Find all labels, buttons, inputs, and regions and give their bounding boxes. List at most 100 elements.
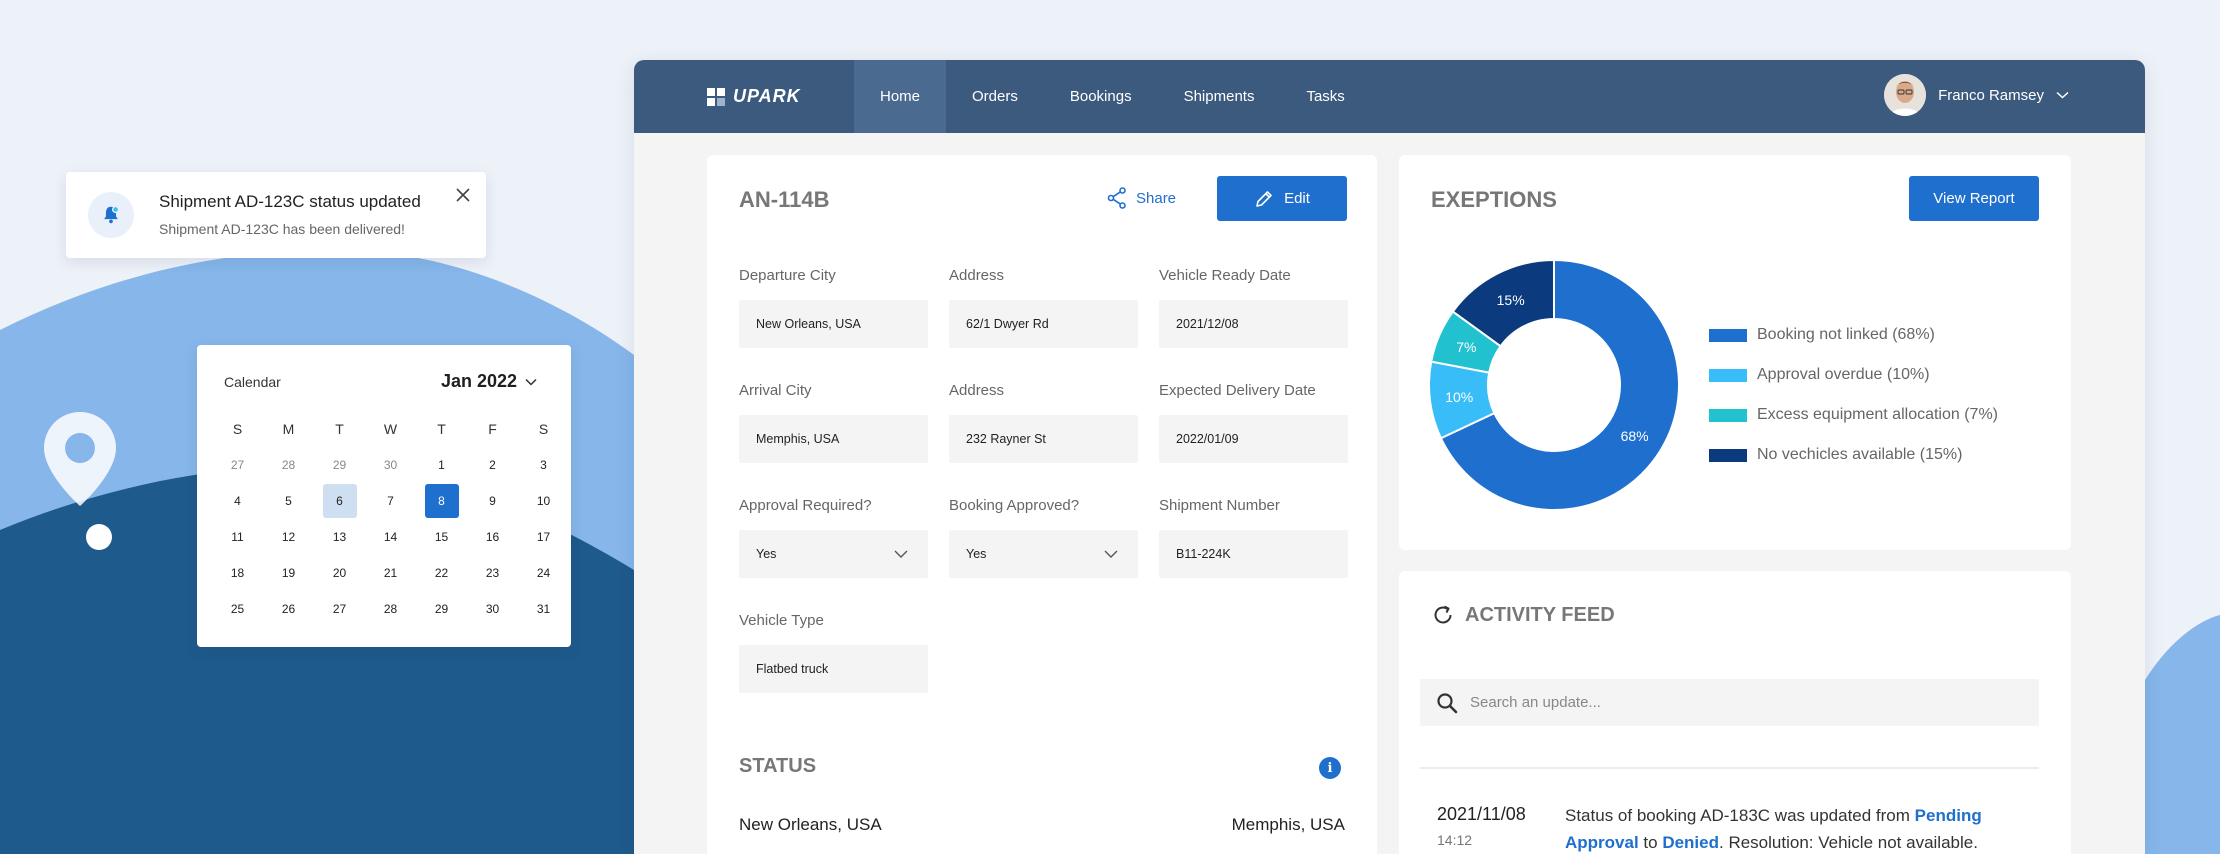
- calendar-day[interactable]: 26: [263, 591, 314, 627]
- calendar-day-number: 13: [332, 530, 347, 544]
- view-report-button[interactable]: View Report: [1909, 176, 2039, 221]
- calendar-day[interactable]: 3: [518, 447, 569, 483]
- activity-feed-card: ACTIVITY FEED 2021/11/08 14:12 Status of…: [1399, 571, 2071, 854]
- departure-address-field[interactable]: 62/1 Dwyer Rd: [949, 300, 1138, 348]
- calendar-day[interactable]: 19: [263, 555, 314, 591]
- calendar-day[interactable]: 16: [467, 519, 518, 555]
- legend-label: Excess equipment allocation (7%): [1757, 406, 1999, 423]
- calendar-day[interactable]: 9: [467, 483, 518, 519]
- route-destination: Memphis, USA: [1231, 815, 1345, 834]
- close-icon[interactable]: [450, 182, 476, 208]
- calendar-day[interactable]: 29: [314, 447, 365, 483]
- approval-required-select[interactable]: Yes: [739, 530, 928, 578]
- arrival-address-field[interactable]: 232 Rayner St: [949, 415, 1138, 463]
- calendar-day[interactable]: 21: [365, 555, 416, 591]
- calendar-label: Calendar: [224, 374, 281, 390]
- chevron-down-icon: [1104, 550, 1118, 558]
- calendar-day[interactable]: 8: [416, 483, 467, 519]
- calendar-day[interactable]: 30: [467, 591, 518, 627]
- nav-item-home[interactable]: Home: [854, 60, 947, 133]
- legend-swatch: [1709, 408, 1747, 422]
- booking-approved-select[interactable]: Yes: [949, 530, 1138, 578]
- calendar-day[interactable]: 10: [518, 483, 569, 519]
- shipment-id: AN-114B: [739, 187, 830, 212]
- calendar-day-number: 30: [485, 602, 500, 616]
- share-button[interactable]: Share: [1107, 181, 1176, 215]
- user-menu[interactable]: Franco Ramsey: [1884, 74, 2069, 116]
- calendar-day[interactable]: 13: [314, 519, 365, 555]
- weekday-header: T: [335, 421, 344, 437]
- legend-swatch: [1709, 328, 1747, 342]
- month-picker[interactable]: Jan 2022: [441, 371, 537, 392]
- notification-toast: Shipment AD-123C status updated Shipment…: [66, 172, 486, 258]
- calendar-day-number: 27: [230, 458, 245, 472]
- calendar-day[interactable]: 17: [518, 519, 569, 555]
- shipment-number-field[interactable]: B11-224K: [1159, 530, 1348, 578]
- nav-item-shipments[interactable]: Shipments: [1158, 60, 1281, 133]
- info-icon[interactable]: i: [1319, 757, 1341, 779]
- calendar-day[interactable]: 4: [212, 483, 263, 519]
- chevron-down-icon: [525, 378, 537, 386]
- avatar: [1884, 74, 1927, 116]
- activity-feed-title: ACTIVITY FEED: [1465, 603, 1615, 626]
- calendar-day[interactable]: 28: [263, 447, 314, 483]
- donut-slice-label: 15%: [1497, 292, 1525, 308]
- approval-required-label: Approval Required?: [739, 497, 872, 514]
- search-icon: [1437, 692, 1458, 713]
- calendar-day[interactable]: 18: [212, 555, 263, 591]
- search-input[interactable]: [1470, 694, 2030, 711]
- expected-delivery-date-field[interactable]: 2022/01/09: [1159, 415, 1348, 463]
- calendar-day[interactable]: 29: [416, 591, 467, 627]
- calendar-day[interactable]: 2: [467, 447, 518, 483]
- calendar-day[interactable]: 5: [263, 483, 314, 519]
- calendar-day[interactable]: 15: [416, 519, 467, 555]
- nav-item-bookings[interactable]: Bookings: [1044, 60, 1158, 133]
- calendar-day[interactable]: 31: [518, 591, 569, 627]
- vehicle-type-field[interactable]: Flatbed truck: [739, 645, 928, 693]
- calendar-day[interactable]: 27: [314, 591, 365, 627]
- calendar-day[interactable]: 30: [365, 447, 416, 483]
- calendar-day[interactable]: 27: [212, 447, 263, 483]
- weekday-header: S: [232, 421, 243, 437]
- calendar-day[interactable]: 20: [314, 555, 365, 591]
- exceptions-card: EXEPTIONS View Report 68% 10% 7% 15% Bookin…: [1399, 155, 2071, 550]
- calendar-day-number: 29: [434, 602, 449, 616]
- chart-legend: Booking not linked (68%) Approval overdue…: [1709, 315, 1998, 475]
- status-link-denied[interactable]: Denied: [1662, 833, 1719, 852]
- legend-swatch: [1709, 448, 1747, 462]
- arrival-city-field[interactable]: Memphis, USA: [739, 415, 928, 463]
- logo[interactable]: UPARK: [707, 86, 801, 107]
- refresh-icon[interactable]: [1431, 603, 1455, 627]
- route-origin: New Orleans, USA: [739, 815, 882, 834]
- weekday-header: S: [538, 421, 549, 437]
- calendar-day-number: 2: [489, 458, 496, 472]
- vehicle-ready-date-field[interactable]: 2021/12/08: [1159, 300, 1348, 348]
- arrival-address-label: Address: [949, 382, 1005, 399]
- calendar-day-number: 23: [485, 566, 500, 580]
- calendar-day[interactable]: 22: [416, 555, 467, 591]
- calendar-day-number: 6: [322, 484, 357, 518]
- edit-button[interactable]: Edit: [1217, 176, 1347, 221]
- calendar-day[interactable]: 24: [518, 555, 569, 591]
- nav-item-orders[interactable]: Orders: [946, 60, 1044, 133]
- calendar-day[interactable]: 25: [212, 591, 263, 627]
- calendar-day[interactable]: 7: [365, 483, 416, 519]
- calendar-day[interactable]: 28: [365, 591, 416, 627]
- calendar-day[interactable]: 11: [212, 519, 263, 555]
- logo-text: UPARK: [733, 86, 801, 106]
- departure-city-field[interactable]: New Orleans, USA: [739, 300, 928, 348]
- calendar-day[interactable]: 14: [365, 519, 416, 555]
- activity-search: [1420, 679, 2039, 726]
- calendar-day[interactable]: 12: [263, 519, 314, 555]
- calendar-day-number: 20: [332, 566, 347, 580]
- calendar-day-number: 15: [434, 530, 449, 544]
- pencil-icon: [1256, 190, 1272, 207]
- legend-label: No vechicles available (15%): [1757, 446, 1963, 463]
- calendar-day[interactable]: 6: [314, 483, 365, 519]
- shipment-details-card: AN-114B Share Edit Departure City New Or…: [707, 155, 1377, 854]
- calendar-day-number: 30: [383, 458, 398, 472]
- nav-item-tasks[interactable]: Tasks: [1280, 60, 1370, 133]
- legend-swatch: [1709, 368, 1747, 382]
- calendar-day[interactable]: 1: [416, 447, 467, 483]
- calendar-day[interactable]: 23: [467, 555, 518, 591]
